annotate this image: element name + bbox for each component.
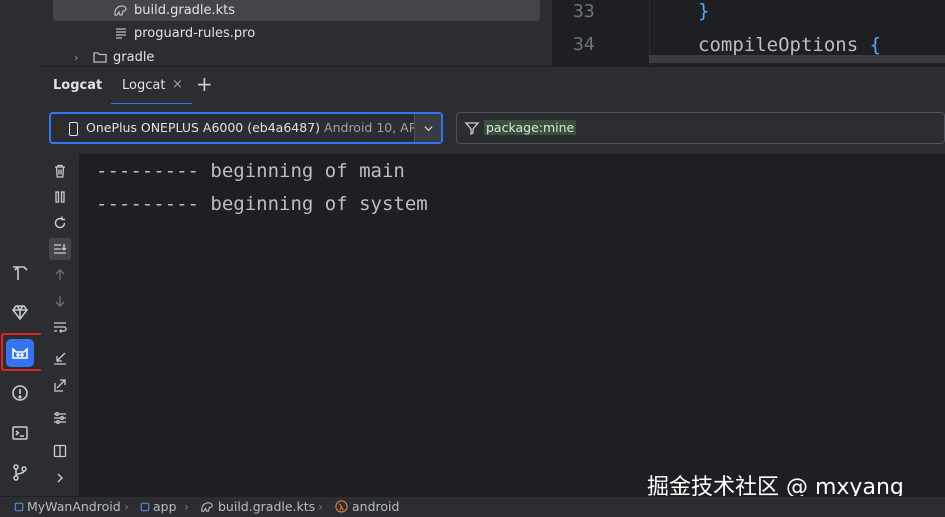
logcat-header: Logcat Logcat × + bbox=[41, 66, 945, 105]
filter-value: package:mine bbox=[484, 120, 577, 135]
code-line: } bbox=[698, 0, 710, 22]
scroll-to-end-icon[interactable] bbox=[49, 238, 71, 260]
breadcrumb-item-project[interactable]: MyWanAndroid bbox=[14, 499, 121, 514]
export-icon[interactable] bbox=[49, 374, 71, 396]
trash-icon[interactable] bbox=[49, 160, 71, 182]
tree-item-gradle-folder[interactable]: › gradle bbox=[74, 46, 154, 68]
chevron-right-icon[interactable]: › bbox=[74, 51, 92, 64]
gradle-file-icon bbox=[113, 2, 129, 18]
filter-icon bbox=[464, 122, 480, 136]
chevron-right-icon[interactable] bbox=[49, 467, 71, 489]
pause-icon[interactable] bbox=[49, 186, 71, 208]
breadcrumb-item-app[interactable]: app bbox=[140, 499, 177, 514]
gradle-file-icon bbox=[201, 502, 213, 512]
tree-item-label: gradle bbox=[113, 49, 155, 65]
breadcrumb-item-android[interactable]: android bbox=[335, 499, 399, 514]
logcat-tool-highlight bbox=[1, 333, 45, 371]
tree-item-label: proguard-rules.pro bbox=[134, 25, 256, 41]
chevron-right-icon: › bbox=[318, 499, 323, 514]
device-name: OnePlus ONEPLUS A6000 (eb4a6487) Android… bbox=[86, 120, 440, 135]
tree-item-label: build.gradle.kts bbox=[134, 2, 236, 18]
text-file-icon bbox=[113, 25, 129, 41]
logcat-device-row: OnePlus ONEPLUS A6000 (eb4a6487) Android… bbox=[41, 104, 945, 154]
close-icon[interactable]: × bbox=[172, 77, 183, 92]
logcat-toolbar bbox=[41, 154, 79, 496]
editor-gutter: 33 34 bbox=[553, 0, 649, 66]
gem-icon[interactable] bbox=[6, 298, 34, 326]
line-number: 34 bbox=[573, 34, 595, 55]
module-icon bbox=[140, 502, 150, 511]
tree-item-build-gradle[interactable]: build.gradle.kts bbox=[53, 0, 540, 21]
module-icon bbox=[14, 502, 24, 511]
chevron-down-icon[interactable] bbox=[414, 114, 441, 142]
logcat-panel-title: Logcat bbox=[53, 78, 103, 93]
editor-horizontal-scrollbar[interactable] bbox=[649, 55, 945, 63]
restart-icon[interactable] bbox=[49, 212, 71, 234]
device-selector[interactable]: OnePlus ONEPLUS A6000 (eb4a6487) Android… bbox=[49, 112, 443, 144]
phone-icon bbox=[69, 122, 78, 136]
soft-wrap-icon[interactable] bbox=[49, 316, 71, 338]
down-arrow-icon[interactable] bbox=[49, 290, 71, 312]
terminal-icon[interactable] bbox=[6, 419, 34, 447]
tool-window-strip bbox=[0, 0, 45, 496]
settings-icon[interactable] bbox=[49, 407, 71, 429]
logcat-filter-input[interactable]: package:mine bbox=[456, 112, 945, 144]
split-panels-icon[interactable] bbox=[49, 440, 71, 462]
add-tab-icon[interactable]: + bbox=[196, 74, 213, 94]
import-icon[interactable] bbox=[49, 347, 71, 369]
tab-label: Logcat bbox=[122, 78, 166, 93]
line-number: 33 bbox=[573, 1, 595, 22]
chevron-right-icon: › bbox=[184, 499, 189, 514]
breadcrumb: MyWanAndroid › app › build.gradle.kts › … bbox=[0, 496, 945, 517]
breadcrumb-item-file[interactable]: build.gradle.kts bbox=[200, 499, 315, 514]
log-line: --------- beginning of main bbox=[96, 160, 405, 182]
tree-item-proguard[interactable]: proguard-rules.pro bbox=[53, 22, 255, 44]
lambda-icon bbox=[335, 500, 348, 513]
tab-logcat[interactable]: Logcat × bbox=[111, 67, 192, 105]
folder-icon bbox=[92, 49, 108, 65]
code-line: compileOptions { bbox=[698, 34, 882, 56]
git-branch-icon[interactable] bbox=[6, 458, 34, 486]
log-line: --------- beginning of system bbox=[96, 193, 428, 215]
up-arrow-icon[interactable] bbox=[49, 264, 71, 286]
logcat-output[interactable]: --------- beginning of main --------- be… bbox=[79, 154, 945, 496]
build-hammer-icon[interactable] bbox=[6, 259, 34, 287]
problems-icon[interactable] bbox=[6, 379, 34, 407]
project-tree: build.gradle.kts proguard-rules.pro › gr… bbox=[41, 0, 552, 66]
chevron-right-icon: › bbox=[124, 499, 129, 514]
